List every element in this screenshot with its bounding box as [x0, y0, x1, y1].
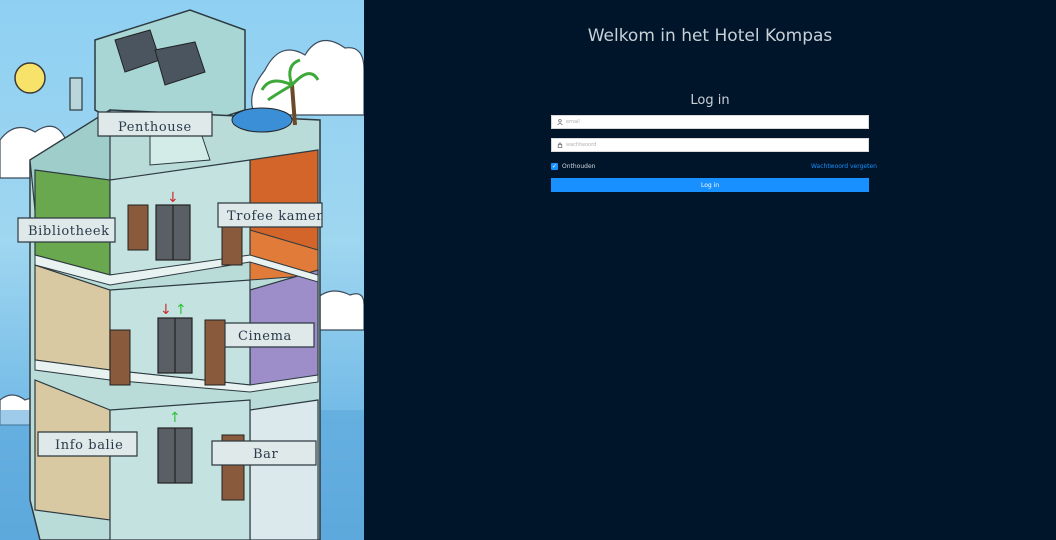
email-input[interactable] — [566, 117, 856, 127]
banner-cinema: Cinema — [238, 329, 292, 344]
remember-label: Onthouden — [562, 163, 596, 170]
welcome-title: Welkom in het Hotel Kompas — [587, 26, 833, 46]
up-arrow-icon: ↑ — [175, 302, 187, 318]
banner-trofee-kamer: Trofee kamer — [227, 209, 323, 224]
banner-info-balie: Info balie — [55, 438, 123, 453]
lock-icon — [556, 141, 564, 149]
hotel-drawing: ↓ ↓ ↑ ↑ Penthouse Bibliotheek Trofee kam… — [0, 9, 364, 540]
user-icon — [556, 118, 564, 126]
login-button[interactable]: Log in — [551, 178, 869, 192]
banner-penthouse: Penthouse — [118, 120, 192, 135]
forgot-password-link[interactable]: Wachtwoord vergeten — [811, 163, 877, 170]
login-panel: Welkom in het Hotel Kompas Log in ✓ Onth… — [364, 0, 1056, 540]
email-field[interactable] — [551, 115, 869, 129]
hotel-illustration: ↓ ↓ ↑ ↑ Penthouse Bibliotheek Trofee kam… — [0, 0, 364, 540]
banner-bibliotheek: Bibliotheek — [28, 224, 110, 239]
check-icon[interactable]: ✓ — [551, 163, 558, 170]
password-field[interactable] — [551, 138, 869, 152]
login-heading: Log in — [690, 93, 730, 108]
banner-bar: Bar — [253, 447, 279, 462]
password-input[interactable] — [566, 140, 856, 150]
down-arrow-icon: ↓ — [167, 190, 179, 206]
up-arrow-icon: ↑ — [169, 410, 181, 426]
down-arrow-icon: ↓ — [160, 302, 172, 318]
remember-checkbox[interactable]: ✓ Onthouden — [551, 163, 595, 170]
sun-icon — [14, 62, 46, 94]
